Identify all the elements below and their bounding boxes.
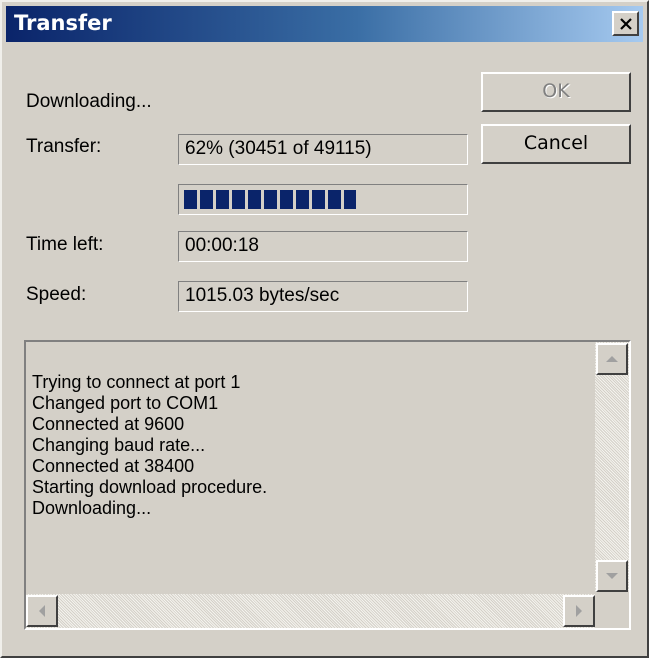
arrow-up-icon — [606, 356, 618, 362]
transfer-dialog: Transfer Downloading... Transfer: 62% (3… — [0, 0, 649, 658]
scrollbar-corner — [595, 594, 629, 628]
transfer-value-field: 62% (30451 of 49115) — [178, 134, 468, 165]
progress-fill — [184, 190, 357, 209]
scroll-up-button[interactable] — [596, 343, 628, 375]
log-line: Connected at 38400 — [32, 456, 195, 476]
log-line: Starting download procedure. — [32, 477, 268, 497]
log-line: Downloading... — [32, 498, 152, 518]
close-icon — [619, 17, 632, 30]
transfer-label: Transfer: — [26, 136, 102, 157]
window-title: Transfer — [14, 11, 112, 35]
close-button[interactable] — [612, 11, 639, 36]
arrow-left-icon — [39, 605, 45, 617]
scroll-right-button[interactable] — [563, 595, 595, 627]
log-line: Changing baud rate... — [32, 435, 206, 455]
log-line: Connected at 9600 — [32, 414, 185, 434]
log-text: Trying to connect at port 1 Changed port … — [32, 372, 592, 519]
horizontal-scrollbar[interactable] — [26, 594, 595, 628]
log-line: Changed port to COM1 — [32, 393, 219, 413]
log-panel[interactable]: Trying to connect at port 1 Changed port … — [24, 340, 631, 630]
time-left-value-field: 00:00:18 — [178, 231, 468, 262]
cancel-button[interactable]: Cancel — [481, 124, 631, 164]
speed-label: Speed: — [26, 284, 87, 305]
progress-bar — [178, 184, 468, 215]
scroll-down-button[interactable] — [596, 560, 628, 592]
log-line: Trying to connect at port 1 — [32, 372, 241, 392]
status-heading: Downloading... — [26, 91, 152, 112]
arrow-down-icon — [606, 573, 618, 579]
arrow-right-icon — [576, 605, 582, 617]
time-left-label: Time left: — [26, 234, 104, 255]
vertical-scrollbar[interactable] — [595, 342, 629, 592]
title-bar[interactable]: Transfer — [6, 6, 643, 42]
scroll-left-button[interactable] — [26, 595, 58, 627]
ok-button[interactable]: OK — [481, 72, 631, 112]
speed-value-field: 1015.03 bytes/sec — [178, 281, 468, 312]
